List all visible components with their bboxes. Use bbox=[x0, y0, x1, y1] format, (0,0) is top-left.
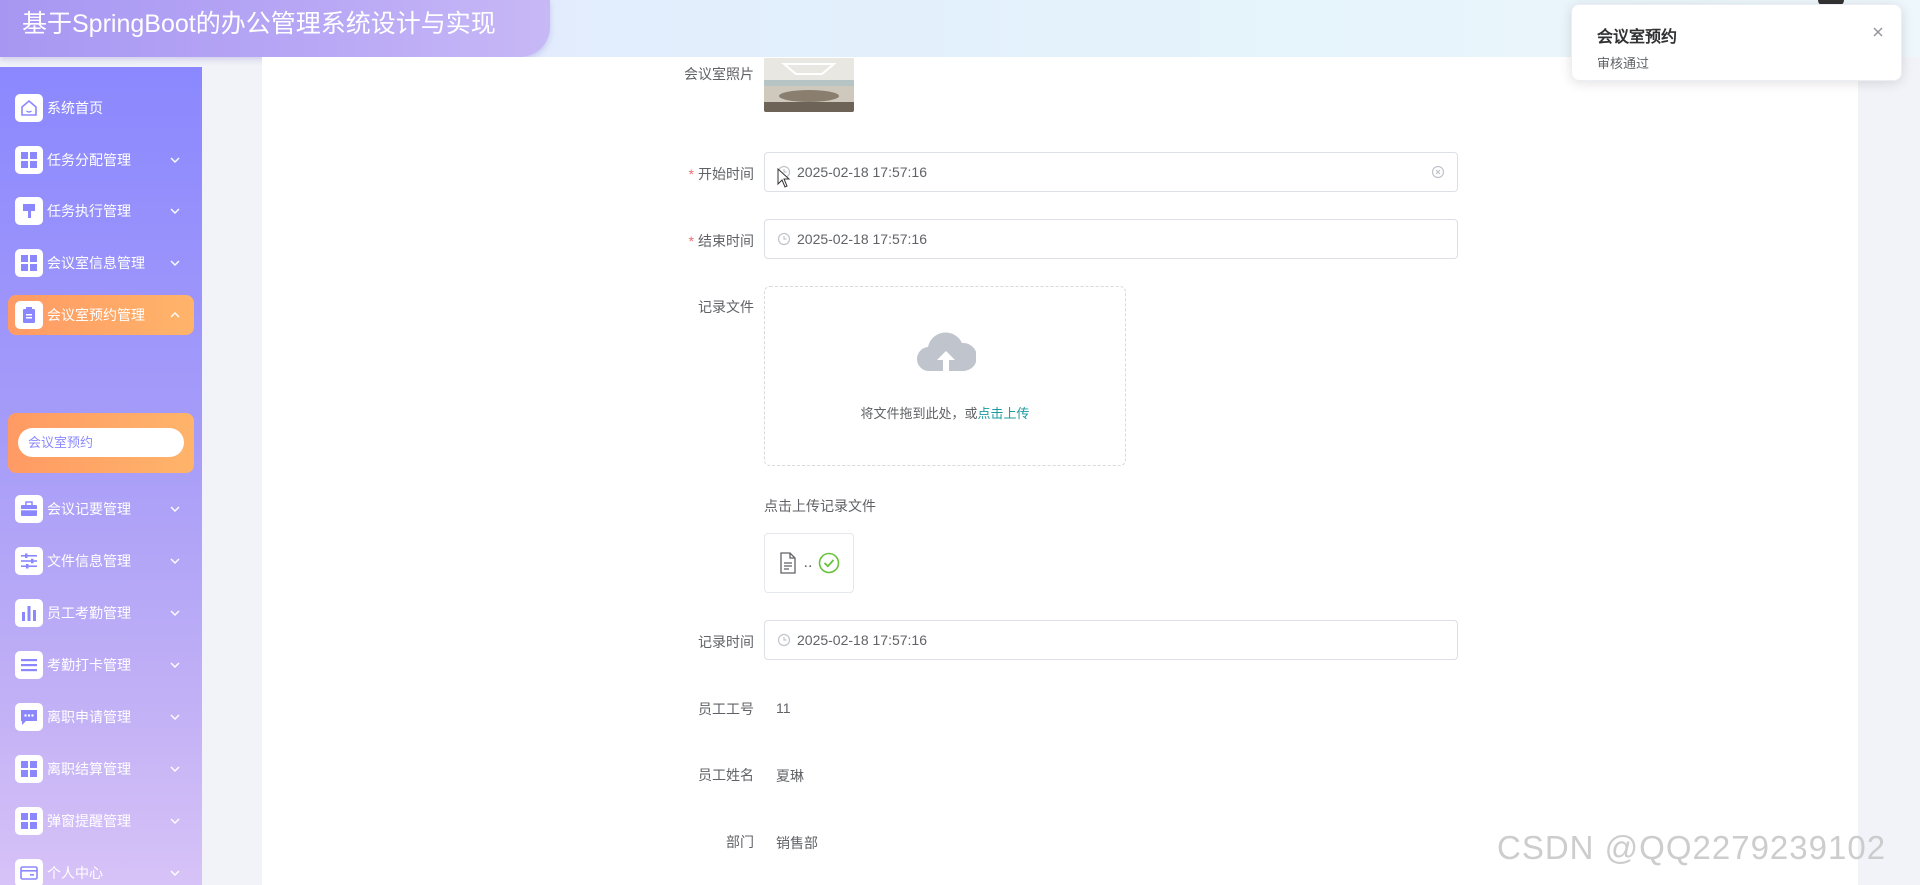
clipboard-icon bbox=[15, 301, 43, 329]
sidebar-item-label: 考勤打卡管理 bbox=[47, 657, 131, 673]
sidebar-item-resignation[interactable]: 离职申请管理 bbox=[8, 697, 194, 737]
sidebar-item-clock-in[interactable]: 考勤打卡管理 bbox=[8, 645, 194, 685]
sidebar-item-label: 会议室预约管理 bbox=[47, 307, 145, 323]
department-label: 部门 bbox=[726, 834, 754, 850]
grid-icon bbox=[15, 249, 43, 277]
sidebar-item-label: 会议室信息管理 bbox=[47, 255, 145, 271]
sidebar-item-label: 个人中心 bbox=[47, 865, 103, 881]
record-file-label: 记录文件 bbox=[698, 299, 754, 315]
sidebar-item-files[interactable]: 文件信息管理 bbox=[8, 541, 194, 581]
file-upload-dropzone[interactable]: 将文件拖到此处，或点击上传 bbox=[764, 286, 1126, 466]
employee-name-value: 夏琳 bbox=[776, 768, 804, 784]
chevron-up-icon bbox=[170, 312, 180, 318]
chevron-down-icon bbox=[170, 818, 180, 824]
sidebar: 系统首页 任务分配管理 任务执行管理 会议室信息管理 会议室预约管理 会议室预约 bbox=[0, 67, 202, 885]
record-time-value: 2025-02-18 17:57:16 bbox=[797, 632, 927, 648]
chevron-down-icon bbox=[170, 610, 180, 616]
check-circle-icon bbox=[819, 552, 840, 574]
sidebar-item-label: 文件信息管理 bbox=[47, 553, 131, 569]
chevron-down-icon bbox=[170, 157, 180, 163]
upload-hint: 将文件拖到此处，或点击上传 bbox=[860, 406, 1030, 421]
file-name: .. bbox=[803, 554, 813, 571]
sidebar-item-label: 会议记要管理 bbox=[47, 501, 131, 517]
list-icon bbox=[15, 651, 43, 679]
clear-icon[interactable] bbox=[1431, 165, 1445, 179]
record-time-input[interactable]: 2025-02-18 17:57:16 bbox=[764, 620, 1458, 660]
chevron-down-icon bbox=[170, 870, 180, 876]
sidebar-item-room-booking[interactable]: 会议室预约管理 bbox=[8, 295, 194, 335]
sidebar-item-label: 员工考勤管理 bbox=[47, 605, 131, 621]
required-mark: * bbox=[688, 166, 694, 182]
chevron-down-icon bbox=[170, 208, 180, 214]
mouse-cursor-icon bbox=[777, 168, 791, 188]
uploaded-file-card[interactable]: .. bbox=[764, 533, 854, 593]
sliders-icon bbox=[15, 547, 43, 575]
employee-no-value: 11 bbox=[776, 700, 791, 716]
sidebar-item-room-info[interactable]: 会议室信息管理 bbox=[8, 243, 194, 283]
notification-title: 会议室预约 bbox=[1597, 29, 1678, 46]
upload-link[interactable]: 点击上传 bbox=[978, 406, 1030, 421]
chevron-down-icon bbox=[170, 558, 180, 564]
bar-chart-icon bbox=[15, 599, 43, 627]
sidebar-item-task-exec[interactable]: 任务执行管理 bbox=[8, 191, 194, 231]
end-time-value: 2025-02-18 17:57:16 bbox=[797, 231, 927, 247]
sidebar-item-task-assign[interactable]: 任务分配管理 bbox=[8, 140, 194, 180]
sidebar-item-attendance[interactable]: 员工考勤管理 bbox=[8, 593, 194, 633]
sidebar-item-label: 任务分配管理 bbox=[47, 152, 131, 168]
start-time-value: 2025-02-18 17:57:16 bbox=[797, 164, 927, 180]
start-time-label: * 开始时间 bbox=[688, 166, 754, 182]
app-title: 基于SpringBoot的办公管理系统设计与实现 bbox=[0, 0, 550, 57]
start-time-input[interactable]: 2025-02-18 17:57:16 bbox=[764, 152, 1458, 192]
sidebar-item-label: 离职结算管理 bbox=[47, 761, 131, 777]
room-photo[interactable] bbox=[764, 58, 854, 112]
sidebar-item-profile[interactable]: 个人中心 bbox=[8, 853, 194, 885]
chevron-down-icon bbox=[170, 662, 180, 668]
upload-tip: 点击上传记录文件 bbox=[764, 498, 876, 514]
photo-label: 会议室照片 bbox=[684, 66, 754, 82]
chat-icon bbox=[15, 703, 43, 731]
sidebar-item-label: 系统首页 bbox=[47, 100, 103, 116]
watermark: CSDN @QQ2279239102 bbox=[1497, 829, 1887, 866]
clock-icon bbox=[777, 633, 791, 647]
chevron-down-icon bbox=[170, 714, 180, 720]
sidebar-item-home[interactable]: 系统首页 bbox=[8, 88, 194, 128]
briefcase-icon bbox=[15, 495, 43, 523]
end-time-input[interactable]: 2025-02-18 17:57:16 bbox=[764, 219, 1458, 259]
grid-icon bbox=[15, 807, 43, 835]
home-icon bbox=[15, 94, 43, 122]
notification-toast: 会议室预约 审核通过 bbox=[1571, 4, 1902, 81]
card-icon bbox=[15, 859, 43, 885]
document-icon bbox=[779, 552, 796, 574]
grid-icon bbox=[15, 146, 43, 174]
department-value: 销售部 bbox=[776, 835, 818, 851]
sidebar-item-label: 任务执行管理 bbox=[47, 203, 131, 219]
cloud-upload-icon bbox=[917, 332, 976, 372]
submenu-room-booking: 会议室预约 bbox=[8, 413, 194, 473]
sidebar-item-label: 离职申请管理 bbox=[47, 709, 131, 725]
chevron-down-icon bbox=[170, 506, 180, 512]
sidebar-item-settlement[interactable]: 离职结算管理 bbox=[8, 749, 194, 789]
sidebar-item-label: 弹窗提醒管理 bbox=[47, 813, 131, 829]
record-time-label: 记录时间 bbox=[698, 634, 754, 650]
chevron-down-icon bbox=[170, 766, 180, 772]
end-time-label: * 结束时间 bbox=[688, 233, 754, 249]
sidebar-item-popup-reminder[interactable]: 弹窗提醒管理 bbox=[8, 801, 194, 841]
sidebar-item-minutes[interactable]: 会议记要管理 bbox=[8, 489, 194, 529]
chevron-down-icon bbox=[170, 260, 180, 266]
brush-icon bbox=[15, 197, 43, 225]
employee-name-label: 员工姓名 bbox=[698, 767, 754, 783]
grid-icon bbox=[15, 755, 43, 783]
notification-message: 审核通过 bbox=[1597, 56, 1650, 71]
clock-icon bbox=[777, 232, 791, 246]
submenu-item-room-booking[interactable]: 会议室预约 bbox=[18, 428, 184, 457]
employee-no-label: 员工工号 bbox=[698, 701, 754, 717]
required-mark: * bbox=[688, 233, 694, 249]
close-icon[interactable] bbox=[1871, 25, 1885, 39]
